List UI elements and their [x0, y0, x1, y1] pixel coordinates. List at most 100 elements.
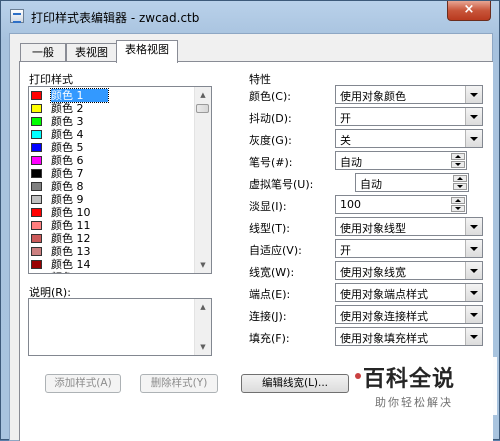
print-style-item[interactable]: 颜色 2 [31, 102, 191, 115]
close-button[interactable]: × [447, 1, 491, 21]
pen-spinner[interactable]: 自动 [335, 151, 467, 170]
description-field[interactable]: ▲ ▼ [28, 298, 212, 356]
color-swatch-icon [31, 260, 42, 269]
print-style-item[interactable]: 颜色 13 [31, 245, 191, 258]
watermark-subtitle: 助你轻松解决 [375, 396, 453, 409]
lineweight-dropdown[interactable]: 使用对象线宽 [335, 261, 483, 280]
color-swatch-icon [31, 91, 42, 100]
linetype-dropdown[interactable]: 使用对象线型 [335, 217, 483, 236]
adaptive-value: 开 [340, 244, 351, 257]
fill-dropdown[interactable]: 使用对象填充样式 [335, 327, 483, 346]
scroll-down-arrow[interactable]: ▼ [196, 257, 210, 273]
tab-form-view[interactable]: 表格视图 [116, 40, 178, 63]
chevron-down-icon[interactable] [465, 108, 482, 125]
print-style-item[interactable]: 颜色 6 [31, 154, 191, 167]
print-style-label: 颜色 15 [51, 271, 91, 273]
grayscale-dropdown[interactable]: 关 [335, 129, 483, 148]
endpoint-value: 使用对象端点样式 [340, 288, 428, 301]
print-style-item[interactable]: 颜色 1 [31, 88, 191, 103]
pen-label: 笔号(#): [249, 156, 293, 169]
styles-scrollbar[interactable]: ▲ ▼ [194, 87, 211, 273]
scroll-down-arrow[interactable]: ▼ [196, 339, 210, 355]
virtual-pen-label: 虚拟笔号(U): [249, 178, 314, 191]
spin-down-icon[interactable] [451, 205, 465, 212]
print-styles-list[interactable]: 颜色 1 颜色 2 颜色 3 颜色 4 颜色 5 颜色 6 颜色 7 颜色 8 颜色 9 颜色 1… [28, 86, 212, 274]
dither-dropdown[interactable]: 开 [335, 107, 483, 126]
description-scrollbar[interactable]: ▲ ▼ [194, 299, 211, 355]
scroll-thumb[interactable] [196, 104, 209, 113]
print-style-label: 颜色 2 [51, 102, 84, 115]
join-dropdown[interactable]: 使用对象连接样式 [335, 305, 483, 324]
chevron-down-icon[interactable] [465, 240, 482, 257]
chevron-down-icon[interactable] [465, 130, 482, 147]
grayscale-value: 关 [340, 134, 351, 147]
print-style-label: 颜色 13 [51, 245, 91, 258]
color-swatch-icon [31, 117, 42, 126]
virtual-pen-spinner[interactable]: 自动 [355, 173, 469, 192]
tab-table-view[interactable]: 表视图 [66, 43, 117, 62]
scroll-up-arrow[interactable]: ▲ [196, 87, 210, 103]
spin-down-icon[interactable] [451, 161, 465, 168]
lineweight-label: 线宽(W): [249, 266, 295, 279]
print-style-label: 颜色 7 [51, 167, 84, 180]
print-style-label: 颜色 12 [51, 232, 91, 245]
print-style-item[interactable]: 颜色 15 [31, 271, 191, 274]
color-dropdown[interactable]: 使用对象颜色 [335, 85, 483, 104]
color-value: 使用对象颜色 [340, 90, 406, 103]
print-style-item[interactable]: 颜色 14 [31, 258, 191, 271]
color-swatch-icon [31, 208, 42, 217]
print-style-item[interactable]: 颜色 3 [31, 115, 191, 128]
chevron-down-icon[interactable] [465, 284, 482, 301]
print-style-item[interactable]: 颜色 10 [31, 206, 191, 219]
spin-up-icon[interactable] [451, 197, 465, 204]
delete-style-button[interactable]: 删除样式(Y) [140, 374, 218, 393]
print-style-label: 颜色 5 [51, 141, 84, 154]
color-swatch-icon [31, 169, 42, 178]
watermark-overlay: 百科全说 助你轻松解决 [353, 357, 497, 415]
chevron-down-icon[interactable] [465, 306, 482, 323]
print-style-item[interactable]: 颜色 7 [31, 167, 191, 180]
print-style-label: 颜色 9 [51, 193, 84, 206]
chevron-down-icon[interactable] [465, 262, 482, 279]
chevron-down-icon[interactable] [465, 218, 482, 235]
color-swatch-icon [31, 247, 42, 256]
print-style-editor-window: 打印样式表编辑器 - zwcad.ctb × 一般 表视图 表格视图 打印样式 … [0, 0, 500, 441]
spin-up-icon[interactable] [451, 153, 465, 160]
add-style-button[interactable]: 添加样式(A) [45, 374, 121, 393]
spin-down-icon[interactable] [453, 183, 467, 190]
print-style-item[interactable]: 颜色 4 [31, 128, 191, 141]
print-style-item[interactable]: 颜色 8 [31, 180, 191, 193]
dither-value: 开 [340, 112, 351, 125]
color-label: 颜色(C): [249, 90, 291, 103]
color-swatch-icon [31, 104, 42, 113]
color-swatch-icon [31, 273, 42, 274]
linetype-value: 使用对象线型 [340, 222, 406, 235]
screening-spinner[interactable]: 100 [335, 195, 467, 214]
print-style-label: 颜色 10 [51, 206, 91, 219]
edit-lineweights-button[interactable]: 编辑线宽(L)... [241, 374, 349, 393]
properties-label: 特性 [249, 73, 271, 86]
scroll-up-arrow[interactable]: ▲ [196, 299, 210, 315]
print-style-label: 颜色 14 [51, 258, 91, 271]
virtual-pen-value: 自动 [360, 178, 382, 191]
color-swatch-icon [31, 195, 42, 204]
print-style-item[interactable]: 颜色 5 [31, 141, 191, 154]
screening-label: 淡显(I): [249, 200, 287, 213]
grayscale-label: 灰度(G): [249, 134, 292, 147]
endpoint-dropdown[interactable]: 使用对象端点样式 [335, 283, 483, 302]
chevron-down-icon[interactable] [465, 86, 482, 103]
endpoint-label: 端点(E): [249, 288, 291, 301]
join-value: 使用对象连接样式 [340, 310, 428, 323]
print-style-item[interactable]: 颜色 9 [31, 193, 191, 206]
print-style-item[interactable]: 颜色 12 [31, 232, 191, 245]
chevron-down-icon[interactable] [465, 328, 482, 345]
tab-general[interactable]: 一般 [20, 43, 66, 62]
adaptive-dropdown[interactable]: 开 [335, 239, 483, 258]
color-swatch-icon [31, 234, 42, 243]
watermark-title: 百科全说 [363, 367, 456, 392]
print-styles-label: 打印样式 [29, 73, 73, 86]
print-style-label: 颜色 8 [51, 180, 84, 193]
spin-up-icon[interactable] [453, 175, 467, 182]
lineweight-value: 使用对象线宽 [340, 266, 406, 279]
print-style-item[interactable]: 颜色 11 [31, 219, 191, 232]
